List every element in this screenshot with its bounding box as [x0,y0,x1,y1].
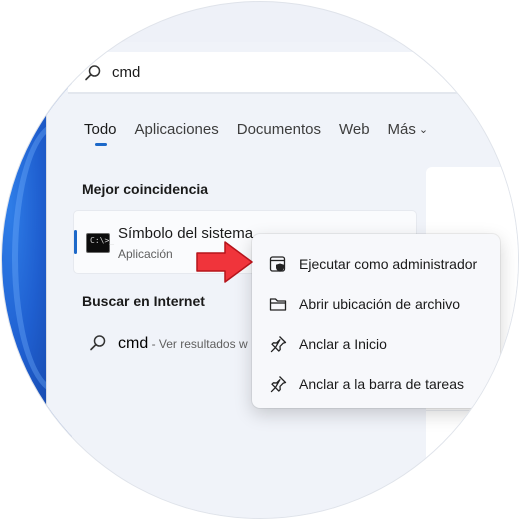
menu-item-open-file-location[interactable]: Abrir ubicación de archivo [252,284,500,324]
menu-item-label: Abrir ubicación de archivo [299,296,461,312]
pin-icon [268,334,288,354]
web-search-heading: Buscar en Internet [82,293,205,309]
menu-item-label: Anclar a Inicio [299,336,387,352]
best-match-heading: Mejor coincidencia [82,181,209,197]
command-prompt-icon-text: C:\>_ [90,236,115,245]
pin-icon [268,374,288,394]
divider [426,410,518,411]
selection-indicator [74,230,77,254]
tab-mas[interactable]: Más ⌄ [388,121,429,151]
web-search-query: cmd [118,335,149,352]
tab-web[interactable]: Web [339,121,370,151]
folder-icon [268,294,288,314]
red-arrow-annotation-icon [196,241,253,283]
search-query-text: cmd [112,64,141,81]
web-search-hint: - Ver resultados w [148,337,248,351]
best-match-type: Aplicación [118,247,173,261]
menu-item-run-as-admin[interactable]: Ejecutar como administrador [252,244,500,284]
menu-item-label: Anclar a la barra de tareas [299,376,464,392]
context-menu: Ejecutar como administrador Abrir ubicac… [252,234,500,408]
search-icon [89,334,107,352]
menu-item-pin-to-start[interactable]: Anclar a Inicio [252,324,500,364]
command-prompt-icon: C:\>_ [86,233,114,253]
search-filter-tabs: Todo Aplicaciones Documentos Web Más ⌄ [84,121,446,151]
tab-todo[interactable]: Todo [84,121,117,151]
chevron-down-icon: ⌄ [418,124,429,136]
menu-item-pin-to-taskbar[interactable]: Anclar a la barra de tareas [252,364,500,404]
web-search-result[interactable]: cmd - Ver resultados w [118,335,258,357]
zoom-circle-frame: cmd Todo Aplicaciones Documentos Web Más… [2,2,518,518]
tab-documentos[interactable]: Documentos [237,121,321,151]
search-icon [84,64,102,82]
tab-mas-label: Más [387,121,416,138]
search-input[interactable]: cmd [68,52,518,94]
menu-item-label: Ejecutar como administrador [299,256,478,272]
admin-shield-icon [268,254,288,274]
tab-aplicaciones[interactable]: Aplicaciones [135,121,219,151]
